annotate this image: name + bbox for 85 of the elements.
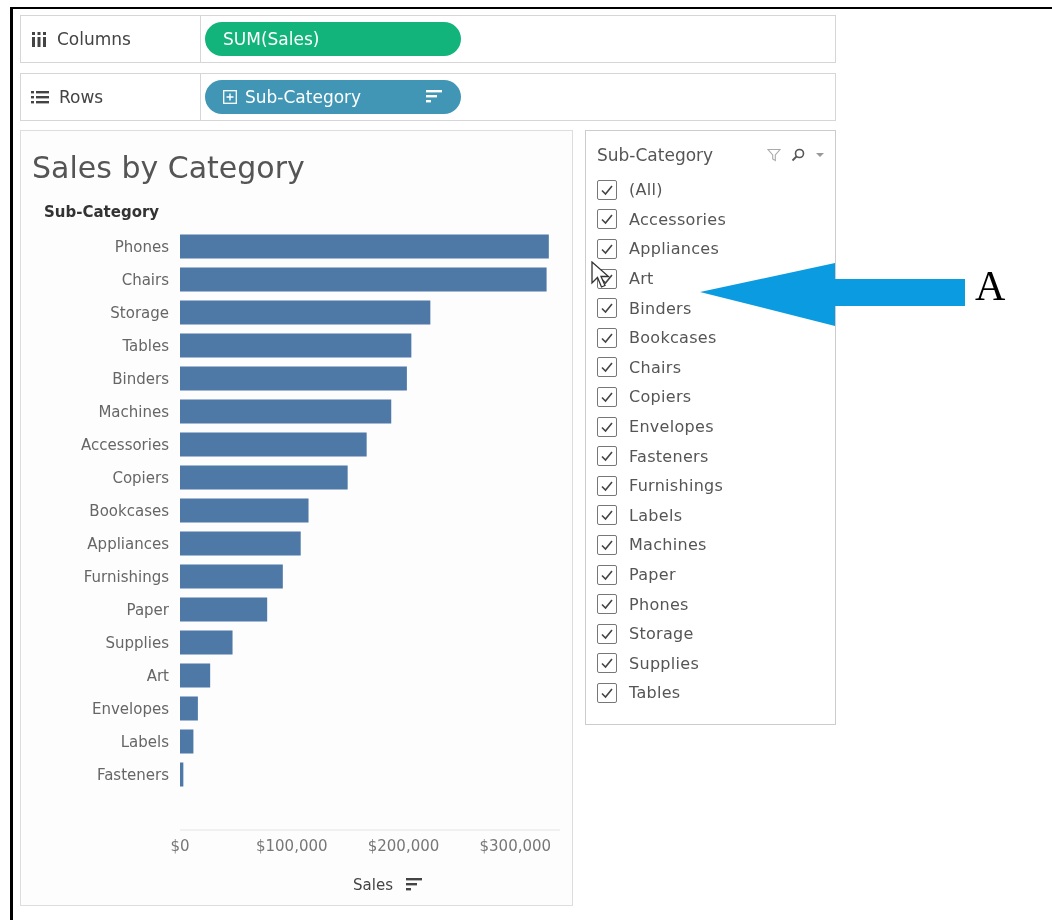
checkbox[interactable]	[597, 446, 617, 467]
filter-item-label: Art	[629, 269, 654, 289]
columns-icon	[31, 31, 47, 47]
checkbox[interactable]	[597, 594, 617, 615]
category-label: Bookcases	[89, 501, 169, 520]
check-icon	[600, 242, 614, 256]
checkbox[interactable]	[597, 298, 617, 319]
category-label: Paper	[126, 600, 169, 619]
rows-icon	[31, 90, 49, 104]
category-label: Supplies	[105, 633, 169, 652]
checkbox[interactable]	[597, 239, 617, 259]
tick-label: $0	[170, 837, 190, 855]
filter-item-label: Furnishings	[629, 476, 724, 496]
measure-pill[interactable]: SUM(Sales)	[205, 22, 461, 56]
checkbox[interactable]	[597, 386, 617, 407]
category-label: Accessories	[81, 435, 169, 454]
expand-icon[interactable]	[223, 90, 237, 104]
filter-item-label: Paper	[629, 565, 676, 584]
filter-item-label: Binders	[629, 298, 692, 318]
search-icon[interactable]	[791, 148, 805, 162]
category-label: Storage	[110, 303, 169, 322]
category-label: Appliances	[87, 534, 169, 553]
filter-item-label: Phones	[629, 594, 689, 614]
category-label: Machines	[98, 402, 169, 421]
shelf-label: Rows	[59, 87, 104, 107]
checkbox[interactable]	[597, 327, 617, 348]
tick-label: $300,000	[479, 837, 552, 855]
filter-item-label: Machines	[629, 535, 707, 555]
checkbox[interactable]	[597, 564, 617, 585]
filter-item-label: Tables	[629, 683, 681, 703]
checkbox[interactable]	[597, 623, 617, 644]
filter-item-label: Accessories	[629, 209, 727, 229]
bar	[180, 729, 194, 754]
checkbox[interactable]	[597, 475, 617, 496]
category-label: Envelopes	[92, 699, 169, 718]
checkbox[interactable]	[597, 505, 617, 526]
category-label: Tables	[122, 336, 169, 355]
filter-item-label: Copiers	[629, 387, 692, 407]
category-label: Copiers	[112, 468, 169, 487]
axis-header: Sub-Category	[44, 203, 160, 221]
filter-item-label: Fasteners	[629, 446, 709, 466]
category-label: Chairs	[121, 270, 169, 289]
category-label: Fasteners	[96, 765, 169, 784]
filter-item-label: Labels	[629, 505, 683, 525]
shelf-label: Columns	[57, 29, 131, 49]
bar	[180, 630, 233, 655]
check-icon	[600, 656, 614, 671]
sort-icon[interactable]	[406, 878, 422, 891]
checkbox[interactable]	[597, 682, 617, 703]
filter-item-label: Appliances	[629, 239, 720, 259]
filter-item-label: Chairs	[629, 357, 682, 377]
check-icon	[600, 301, 614, 316]
bar	[180, 663, 211, 688]
category-label: Binders	[112, 369, 169, 388]
filter-title: Sub-Category	[597, 145, 715, 165]
filter-item-label: Envelopes	[629, 417, 714, 437]
check-icon	[600, 597, 614, 612]
filter-item-label: (All)	[629, 180, 663, 200]
check-icon	[600, 508, 614, 523]
check-icon	[600, 360, 614, 375]
filter-item-label: Supplies	[629, 653, 700, 673]
checkbox[interactable]	[597, 179, 617, 200]
chart-title: Sales by Category	[32, 149, 305, 187]
mouse-pointer-icon	[591, 261, 611, 289]
filter-item-label: Storage	[629, 624, 694, 644]
checkbox[interactable]	[597, 416, 617, 437]
check-icon	[600, 449, 614, 464]
checkbox[interactable]	[597, 534, 617, 555]
filter-item-label: Bookcases	[629, 328, 717, 348]
callout-label: A	[975, 262, 1006, 310]
caret-icon[interactable]	[815, 151, 825, 159]
category-label: Furnishings	[83, 567, 169, 586]
axis-title: Sales	[353, 876, 393, 894]
category-label: Labels	[120, 732, 169, 751]
category-label: Phones	[114, 237, 169, 256]
tick-label: $200,000	[367, 837, 440, 855]
checkbox[interactable]	[597, 653, 617, 674]
checkbox[interactable]	[597, 357, 617, 378]
tick-label: $100,000	[256, 837, 328, 855]
bar	[180, 696, 198, 721]
category-label: Art	[146, 666, 169, 685]
checkbox[interactable]	[597, 209, 617, 230]
check-icon	[600, 212, 614, 227]
dimension-pill[interactable]: Sub-Category	[205, 80, 461, 114]
bar	[180, 762, 184, 787]
